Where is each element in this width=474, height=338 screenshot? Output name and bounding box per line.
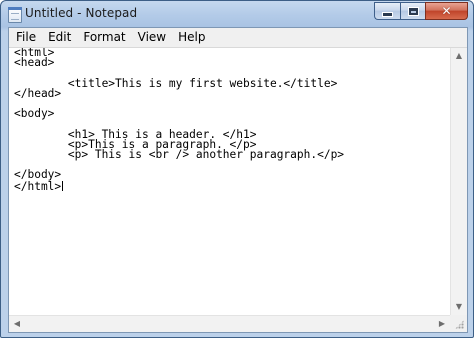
scroll-right-icon[interactable]: ▶: [434, 316, 450, 332]
close-icon: ✕: [441, 4, 452, 18]
notepad-icon[interactable]: [8, 7, 22, 23]
menu-bar: File Edit Format View Help: [9, 28, 467, 48]
vertical-scrollbar[interactable]: ▲ ▼: [450, 48, 467, 315]
caption-buttons: ✕: [374, 2, 468, 20]
resize-grip-icon[interactable]: [450, 315, 467, 332]
maximize-icon: [407, 6, 419, 16]
client-area: File Edit Format View Help <html> <head>…: [8, 27, 468, 333]
maximize-button[interactable]: [400, 2, 425, 20]
menu-format[interactable]: Format: [77, 28, 131, 47]
menu-view[interactable]: View: [132, 28, 172, 47]
menu-file[interactable]: File: [9, 28, 42, 47]
minimize-icon: [382, 11, 393, 17]
minimize-button[interactable]: [374, 2, 400, 20]
menu-help[interactable]: Help: [172, 28, 211, 47]
text-editor[interactable]: <html> <head> <title>This is my first we…: [9, 48, 450, 315]
scroll-down-icon[interactable]: ▼: [451, 299, 467, 315]
close-button[interactable]: ✕: [425, 2, 468, 20]
window-title: Untitled - Notepad: [25, 6, 138, 20]
text-caret: [62, 180, 64, 191]
menu-edit[interactable]: Edit: [42, 28, 77, 47]
title-bar[interactable]: Untitled - Notepad ✕: [1, 1, 473, 27]
editor-text[interactable]: <html> <head> <title>This is my first we…: [14, 48, 344, 193]
horizontal-scrollbar[interactable]: ◀ ▶: [9, 315, 450, 332]
scroll-up-icon[interactable]: ▲: [451, 48, 467, 64]
scroll-left-icon[interactable]: ◀: [9, 316, 25, 332]
notepad-window: Untitled - Notepad ✕ File Edit Format Vi…: [0, 0, 474, 338]
